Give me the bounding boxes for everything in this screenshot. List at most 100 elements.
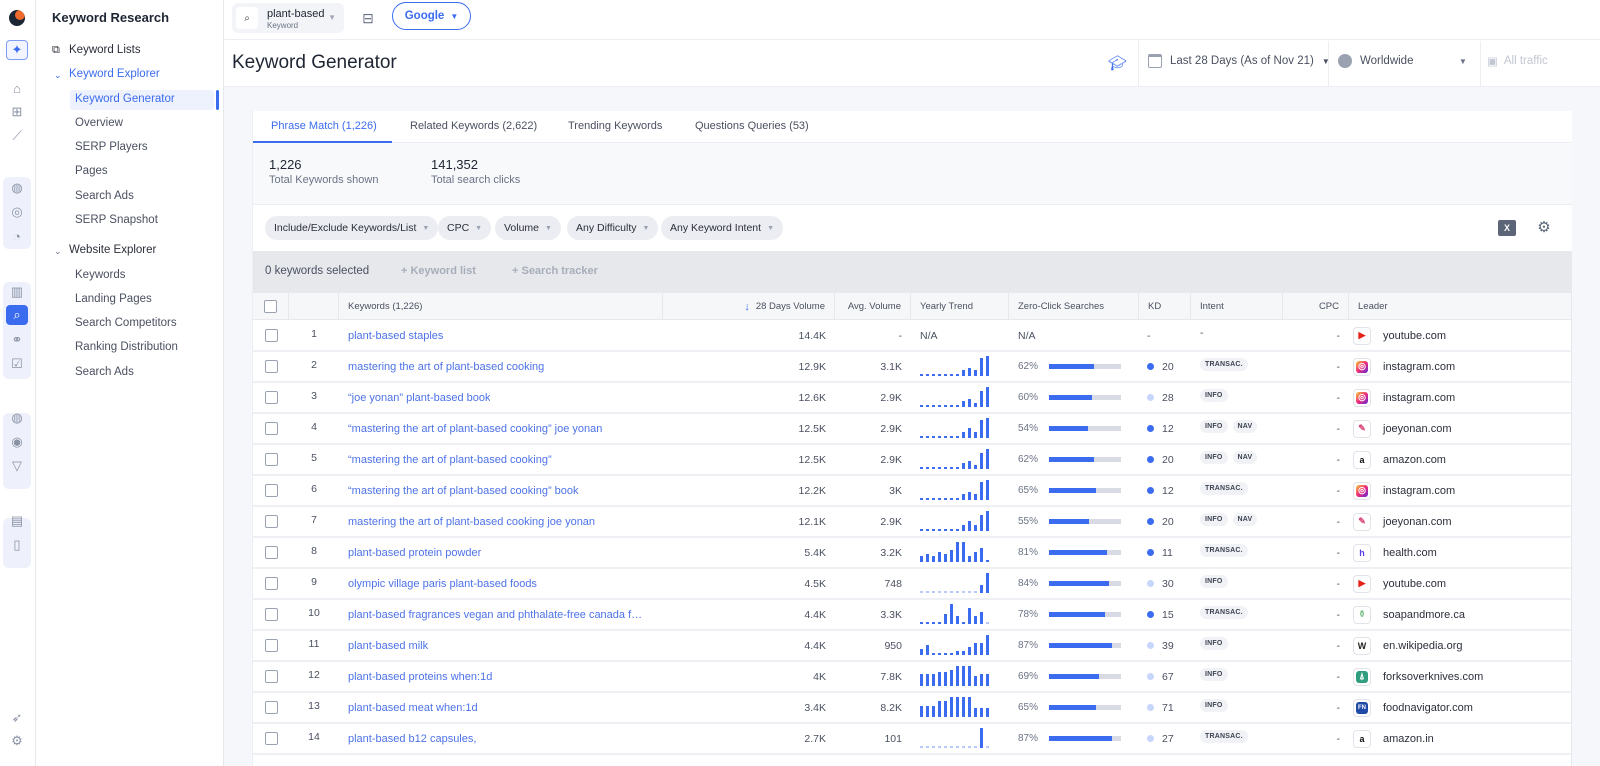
tab-questions-queries[interactable]: Questions Queries (53) [695, 120, 809, 132]
nav-serp-players[interactable]: SERP Players [75, 141, 148, 153]
nav-serp-snapshot[interactable]: SERP Snapshot [75, 214, 158, 226]
home-icon[interactable]: ⌂ [6, 78, 28, 98]
chevron-down-icon[interactable]: ▼ [328, 13, 336, 22]
leader-domain[interactable]: joeyonan.com [1383, 516, 1452, 528]
ai-sparkle-icon[interactable]: ✦ [6, 40, 28, 60]
nav-search-ads[interactable]: Search Ads [75, 190, 134, 202]
keyword-link[interactable]: “mastering the art of plant-based cookin… [348, 485, 579, 497]
filter-intent[interactable]: Any Keyword Intent ▼ [661, 216, 783, 240]
row-checkbox[interactable] [264, 546, 278, 559]
keyword-input[interactable]: ⌕ plant-based Keyword ▼ [232, 3, 344, 33]
row-checkbox[interactable] [264, 639, 278, 652]
row-checkbox[interactable] [264, 422, 278, 435]
row-checkbox[interactable] [264, 329, 278, 342]
academy-cap-icon[interactable]: 🎓︎ [1108, 54, 1127, 72]
funnel-icon[interactable]: ▽ [6, 456, 28, 476]
add-compare-icon[interactable]: ⊟ [358, 8, 378, 28]
search-engine-dropdown[interactable]: Google ▼ [392, 2, 471, 30]
dashboard-add-icon[interactable]: ⊞ [6, 102, 28, 122]
keyword-link[interactable]: mastering the art of plant-based cooking [348, 361, 544, 373]
row-checkbox[interactable] [264, 701, 278, 714]
add-to-keyword-list-button[interactable]: + Keyword list [401, 265, 476, 277]
globe-trend-icon[interactable]: ◎ [6, 202, 28, 222]
row-checkbox[interactable] [264, 484, 278, 497]
app-logo[interactable] [9, 10, 25, 26]
rocket-icon[interactable]: ➶ [6, 708, 28, 728]
chevron-down-icon[interactable]: ⌄ [54, 246, 62, 257]
excel-export-icon[interactable]: X [1498, 220, 1516, 236]
keyword-link[interactable]: plant-based fragrances vegan and phthala… [348, 609, 648, 621]
leader-domain[interactable]: youtube.com [1383, 578, 1446, 590]
tab-trending-keywords[interactable]: Trending Keywords [568, 120, 662, 132]
row-checkbox[interactable] [264, 577, 278, 590]
leader-domain[interactable]: youtube.com [1383, 330, 1446, 342]
keyword-link[interactable]: mastering the art of plant-based cooking… [348, 516, 595, 528]
col-volume[interactable]: ↓ 28 Days Volume [663, 293, 835, 320]
col-leader[interactable]: Leader [1349, 293, 1573, 320]
settings-icon[interactable]: ⚙ [6, 731, 28, 751]
search-target-icon[interactable]: ◉ [6, 432, 28, 452]
row-checkbox[interactable] [264, 360, 278, 373]
report-chart-icon[interactable]: ▤ [6, 511, 28, 531]
filter-cpc[interactable]: CPC ▼ [438, 216, 492, 240]
column-settings-icon[interactable]: ⚙ [1535, 218, 1553, 236]
filter-include-exclude[interactable]: Include/Exclude Keywords/List ▼ [265, 216, 439, 240]
leader-domain[interactable]: amazon.in [1383, 733, 1434, 745]
keyword-link[interactable]: plant-based protein powder [348, 547, 481, 559]
nav-keywords[interactable]: Keywords [75, 269, 126, 281]
leader-domain[interactable]: health.com [1383, 547, 1437, 559]
keyword-link[interactable]: plant-based proteins when:1d [348, 671, 492, 683]
leader-domain[interactable]: en.wikipedia.org [1383, 640, 1463, 652]
keyword-link[interactable]: “mastering the art of plant-based cookin… [348, 454, 552, 466]
col-yearly-trend[interactable]: Yearly Trend [911, 293, 1009, 320]
leader-domain[interactable]: amazon.com [1383, 454, 1446, 466]
chevron-down-icon[interactable]: ⌄ [54, 70, 62, 81]
filter-difficulty[interactable]: Any Difficulty ▼ [567, 216, 659, 240]
nav-ranking-distribution[interactable]: Ranking Distribution [75, 341, 178, 353]
col-intent[interactable]: Intent [1191, 293, 1283, 320]
add-to-search-tracker-button[interactable]: + Search tracker [512, 265, 598, 277]
leader-domain[interactable]: soapandmore.ca [1383, 609, 1465, 621]
tab-phrase-match[interactable]: Phrase Match (1,226) [271, 120, 377, 132]
pie-chart-icon[interactable]: ◔ [6, 226, 28, 246]
keyword-research-icon[interactable]: ⌕ [6, 305, 28, 325]
globe-search-icon[interactable]: ◍ [6, 408, 28, 428]
keyword-link[interactable]: “mastering the art of plant-based cookin… [348, 423, 602, 435]
col-cpc[interactable]: CPC [1283, 293, 1349, 320]
nav-keyword-explorer[interactable]: Keyword Explorer [69, 68, 160, 80]
row-checkbox[interactable] [264, 670, 278, 683]
leader-domain[interactable]: foodnavigator.com [1383, 702, 1473, 714]
keyword-link[interactable]: plant-based milk [348, 640, 428, 652]
traffic-dropdown[interactable]: ▣ All traffic [1487, 54, 1548, 68]
location-dropdown[interactable]: Worldwide [1338, 54, 1413, 68]
select-all-checkbox[interactable] [264, 300, 277, 313]
nav-search-competitors[interactable]: Search Competitors [75, 317, 177, 329]
tab-related-keywords[interactable]: Related Keywords (2,622) [410, 120, 537, 132]
row-checkbox[interactable] [264, 453, 278, 466]
bar-chart-icon[interactable]: ▥ [6, 282, 28, 302]
col-zero-click[interactable]: Zero-Click Searches [1009, 293, 1139, 320]
keyword-link[interactable]: plant-based staples [348, 330, 443, 342]
link-icon[interactable]: ⚭ [6, 330, 28, 350]
row-checkbox[interactable] [264, 391, 278, 404]
search-icon[interactable]: ⌕ [236, 7, 258, 29]
keyword-link[interactable]: olympic village paris plant-based foods [348, 578, 537, 590]
nav-pages[interactable]: Pages [75, 165, 108, 177]
clipboard-icon[interactable]: ▯ [6, 535, 28, 555]
leader-domain[interactable]: joeyonan.com [1383, 423, 1452, 435]
leader-domain[interactable]: forksoverknives.com [1383, 671, 1483, 683]
leader-domain[interactable]: instagram.com [1383, 392, 1455, 404]
leader-domain[interactable]: instagram.com [1383, 361, 1455, 373]
col-keywords[interactable]: Keywords (1,226) [339, 293, 663, 320]
caret-down-icon[interactable]: ▼ [1459, 57, 1467, 66]
leader-domain[interactable]: instagram.com [1383, 485, 1455, 497]
col-avg-volume[interactable]: Avg. Volume [835, 293, 911, 320]
nav-keyword-generator[interactable]: Keyword Generator [75, 93, 175, 105]
nav-website-explorer[interactable]: Website Explorer [69, 244, 156, 256]
row-checkbox[interactable] [264, 608, 278, 621]
keyword-link[interactable]: plant-based b12 capsules, [348, 733, 476, 745]
nav-keyword-lists[interactable]: Keyword Lists [69, 44, 141, 56]
col-kd[interactable]: KD [1139, 293, 1191, 320]
nav-landing-pages[interactable]: Landing Pages [75, 293, 152, 305]
nav-overview[interactable]: Overview [75, 117, 123, 129]
